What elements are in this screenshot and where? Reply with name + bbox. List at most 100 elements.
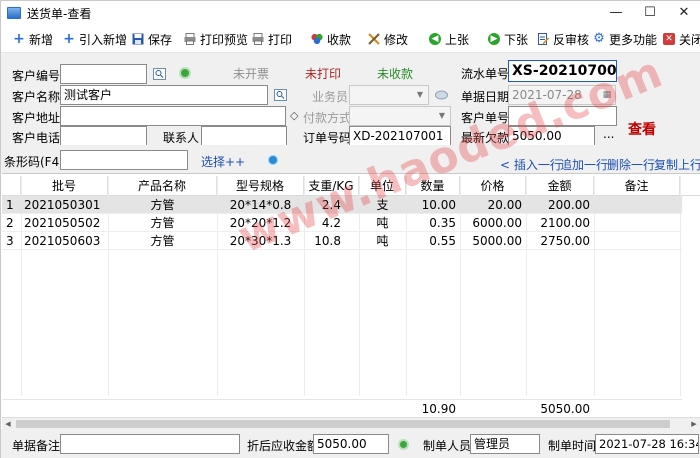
created-time-field: 2021-07-28 16:34:40 bbox=[595, 434, 699, 454]
quantity-cell[interactable]: 0.35 bbox=[406, 214, 460, 232]
remark-input[interactable] bbox=[60, 434, 240, 454]
latest-debt-more-button[interactable]: ... bbox=[603, 127, 614, 141]
unaudit-button[interactable]: 反审核 bbox=[537, 30, 589, 48]
salesman-label: 业务员 bbox=[312, 90, 349, 104]
customer-address-input[interactable] bbox=[60, 106, 286, 126]
spec-cell[interactable]: 20*30*1.3 bbox=[217, 232, 304, 250]
delete-row-link[interactable]: 删除一行 bbox=[607, 156, 655, 173]
barcode-row: 条形码(F4) 选择++ < 插入一行 追加一行 删除一行 复制上行 bbox=[1, 145, 700, 173]
doc-date-label: 单据日期 bbox=[461, 90, 510, 104]
print-preview-button[interactable]: 打印预览 bbox=[184, 30, 248, 48]
column-header-product-name[interactable]: 产品名称 bbox=[108, 176, 217, 196]
order-no-input[interactable]: XD-202107001 bbox=[349, 126, 451, 146]
new-button[interactable]: + 新增 bbox=[13, 30, 53, 48]
edit-icon bbox=[368, 33, 380, 45]
price-cell[interactable]: 6000.00 bbox=[460, 214, 526, 232]
price-cell[interactable]: 20.00 bbox=[460, 196, 526, 214]
minimize-button[interactable]: — bbox=[599, 1, 633, 23]
customer-name-label: 客户名称 bbox=[12, 90, 61, 104]
maximize-button[interactable]: ☐ bbox=[633, 1, 667, 23]
weight-cell[interactable]: 10.8 bbox=[304, 232, 345, 250]
search-customer-name-icon[interactable] bbox=[273, 88, 287, 102]
note-cell[interactable] bbox=[594, 196, 680, 214]
save-icon bbox=[132, 33, 144, 45]
doc-date-picker[interactable]: 2021-07-28 ▦ bbox=[508, 85, 616, 105]
append-row-link[interactable]: 追加一行 bbox=[560, 156, 608, 173]
quantity-cell[interactable]: 0.55 bbox=[406, 232, 460, 250]
globe-icon[interactable] bbox=[268, 155, 278, 165]
order-no-label: 订单号码 bbox=[303, 131, 352, 145]
copy-row-link[interactable]: 复制上行 bbox=[654, 156, 700, 173]
amount-cell[interactable]: 200.00 bbox=[526, 196, 594, 214]
select-items-link[interactable]: 选择++ bbox=[201, 153, 245, 170]
column-header-price[interactable]: 价格 bbox=[460, 176, 526, 196]
horizontal-scrollbar[interactable]: ◀ ▶ bbox=[2, 417, 700, 429]
serial-no-field[interactable]: XS-202107001 bbox=[508, 60, 617, 82]
note-cell[interactable] bbox=[594, 232, 680, 250]
batch-cell[interactable]: 2021050502 bbox=[24, 214, 108, 232]
serial-no-label: 流水单号 bbox=[461, 67, 510, 81]
search-customer-icon[interactable] bbox=[152, 67, 166, 81]
arrow-down-icon: ▶ bbox=[488, 33, 500, 45]
batch-cell[interactable]: 2021050603 bbox=[24, 232, 108, 250]
calendar-icon: ▦ bbox=[602, 90, 612, 100]
weight-cell[interactable]: 2.4 bbox=[304, 196, 345, 214]
price-cell[interactable]: 5000.00 bbox=[460, 232, 526, 250]
column-header-weight[interactable]: 支重/KG bbox=[304, 176, 359, 196]
contact-input[interactable] bbox=[201, 126, 287, 146]
quantity-cell[interactable]: 10.00 bbox=[406, 196, 460, 214]
latest-debt-label: 最新欠款 bbox=[461, 131, 510, 145]
modify-button[interactable]: 修改 bbox=[368, 30, 408, 48]
unit-cell[interactable]: 吨 bbox=[359, 232, 406, 250]
table-row[interactable]: 1 2021050301 方管 20*14*0.8 2.4 支 10.00 20… bbox=[2, 196, 682, 214]
customer-phone-input[interactable] bbox=[60, 126, 147, 146]
coins-icon bbox=[311, 33, 323, 45]
barcode-input[interactable] bbox=[60, 150, 188, 170]
print-status: 未打印 bbox=[305, 67, 342, 81]
note-cell[interactable] bbox=[594, 214, 680, 232]
unit-cell[interactable]: 吨 bbox=[359, 214, 406, 232]
column-header-batch[interactable]: 批号 bbox=[21, 176, 108, 196]
amount-cell[interactable]: 2100.00 bbox=[526, 214, 594, 232]
spec-cell[interactable]: 20*14*0.8 bbox=[217, 196, 304, 214]
scrollbar-thumb[interactable] bbox=[16, 420, 670, 428]
customer-doc-no-input[interactable] bbox=[508, 106, 617, 126]
product-name-cell[interactable]: 方管 bbox=[108, 196, 217, 214]
spec-cell[interactable]: 20*20*1.2 bbox=[217, 214, 304, 232]
customer-name-input[interactable]: 测试客户 bbox=[60, 85, 268, 105]
unit-cell[interactable]: 支 bbox=[359, 196, 406, 214]
import-new-button[interactable]: + 引入新增 bbox=[63, 30, 127, 48]
column-header-unit[interactable]: 单位 bbox=[359, 176, 406, 196]
table-row[interactable]: 3 2021050603 方管 20*30*1.3 10.8 吨 0.55 50… bbox=[2, 232, 682, 250]
column-header-index bbox=[2, 176, 21, 196]
column-header-note[interactable]: 备注 bbox=[594, 176, 680, 196]
previous-record-button[interactable]: ◀ 上张 bbox=[429, 30, 469, 48]
items-grid: 批号 产品名称 型号规格 支重/KG 单位 数量 价格 金额 备注 1 2021… bbox=[2, 173, 700, 429]
column-header-amount[interactable]: 金额 bbox=[526, 176, 594, 196]
more-functions-button-label: 更多功能 bbox=[609, 32, 658, 47]
close-button[interactable]: ✕ 关闭 bbox=[663, 30, 700, 48]
amount-cell[interactable]: 2750.00 bbox=[526, 232, 594, 250]
save-button[interactable]: 保存 bbox=[132, 30, 172, 48]
close-window-button[interactable]: ✕ bbox=[667, 1, 700, 23]
receive-payment-button[interactable]: 收款 bbox=[311, 30, 351, 48]
column-header-spec[interactable]: 型号规格 bbox=[217, 176, 304, 196]
product-name-cell[interactable]: 方管 bbox=[108, 232, 217, 250]
invoice-status: 未开票 bbox=[233, 67, 270, 81]
more-functions-button[interactable]: ⚙ 更多功能 bbox=[593, 30, 657, 48]
totals-row: 10.90 5050.00 bbox=[2, 399, 682, 417]
weight-cell[interactable]: 4.2 bbox=[304, 214, 345, 232]
print-button[interactable]: 打印 bbox=[252, 30, 292, 48]
column-header-quantity[interactable]: 数量 bbox=[406, 176, 460, 196]
next-record-button[interactable]: ▶ 下张 bbox=[488, 30, 528, 48]
salesman-lookup-icon[interactable] bbox=[434, 88, 448, 102]
insert-row-link[interactable]: < 插入一行 bbox=[500, 156, 562, 173]
payment-method-select[interactable]: ▼ bbox=[349, 106, 451, 126]
customer-code-input[interactable] bbox=[60, 64, 147, 84]
product-name-cell[interactable]: 方管 bbox=[108, 214, 217, 232]
table-row[interactable]: 2 2021050502 方管 20*20*1.2 4.2 吨 0.35 600… bbox=[2, 214, 682, 232]
address-more-icon[interactable]: ◇ bbox=[290, 109, 298, 122]
row-index: 1 bbox=[6, 198, 14, 212]
salesman-select[interactable]: ▼ bbox=[349, 85, 429, 105]
batch-cell[interactable]: 2021050301 bbox=[24, 196, 108, 214]
